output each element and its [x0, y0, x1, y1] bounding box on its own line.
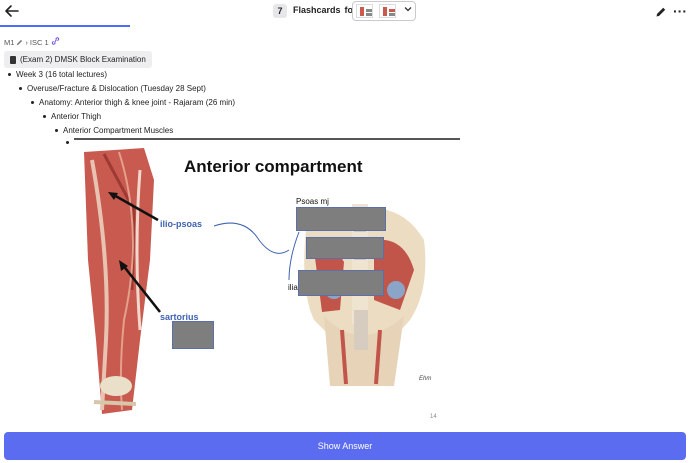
bullet [8, 73, 11, 76]
pencil-icon[interactable] [655, 5, 669, 19]
list-item: Week 3 (16 total lectures) [8, 70, 107, 79]
list-item-text: Anterior Compartment Muscles [63, 126, 174, 135]
label-iliopsoas: ilio-psoas [160, 219, 203, 229]
card-thumbnail-select[interactable] [352, 1, 416, 21]
occlusion-mask[interactable] [298, 270, 384, 296]
list-item [66, 141, 69, 144]
deck-chip[interactable]: (Exam 2) DMSK Block Examination [4, 51, 152, 68]
list-item-text: Overuse/Fracture & Dislocation (Tuesday … [27, 84, 206, 93]
slide-page-number: 14 [430, 414, 437, 420]
list-item-text: Anterior Thigh [51, 112, 102, 121]
breadcrumb-separator: › [25, 37, 28, 47]
bullet [55, 129, 58, 132]
list-item-text: Anatomy: Anterior thigh & knee joint - R… [39, 98, 236, 107]
bullet [19, 87, 22, 90]
chevron-down-icon [404, 5, 412, 15]
document-icon [10, 55, 16, 64]
breadcrumb-item-isc1[interactable]: ISC 1 [30, 38, 49, 47]
occlusion-mask[interactable] [172, 321, 214, 349]
label-ilia: ilia [288, 283, 298, 292]
card-thumbnail-icon [379, 4, 396, 18]
card-thumbnail-icon [356, 4, 373, 18]
list-item: Overuse/Fracture & Dislocation (Tuesday … [19, 84, 206, 93]
flashcard-slide-image: Anterior compartment ilio-psoas sartoriu… [74, 138, 460, 425]
signature: Ehm [419, 376, 432, 382]
list-item: Anterior Compartment Muscles [55, 126, 173, 135]
link-icon[interactable] [51, 37, 60, 47]
label-psoas: Psoas mj [296, 197, 329, 206]
anatomy-illustration [84, 148, 426, 414]
breadcrumb-item-m1[interactable]: M1 [4, 38, 14, 47]
bullet [31, 101, 34, 104]
title-text: Flashcards [293, 5, 341, 15]
show-answer-button[interactable]: Show Answer [4, 432, 686, 460]
card-count-badge: 7 [273, 4, 287, 18]
slide-title: Anterior compartment [184, 157, 363, 176]
deck-label: (Exam 2) DMSK Block Examination [20, 55, 146, 64]
more-horizontal-icon[interactable]: ··· [673, 3, 687, 19]
occlusion-mask[interactable] [296, 207, 386, 231]
back-arrow-icon[interactable] [4, 3, 22, 21]
bullet [66, 141, 69, 144]
page-title: Flashcards for [293, 5, 357, 15]
list-item: Anatomy: Anterior thigh & knee joint - R… [31, 98, 235, 107]
progress-bar [0, 25, 130, 27]
pencil-small-icon [17, 39, 23, 45]
bullet [43, 115, 46, 118]
top-bar: 7 Flashcards for ··· [0, 0, 690, 26]
list-item-text: Week 3 (16 total lectures) [16, 70, 108, 79]
occlusion-mask[interactable] [306, 237, 384, 259]
list-item: Anterior Thigh [43, 112, 101, 121]
breadcrumb: M1 › ISC 1 [4, 37, 60, 47]
